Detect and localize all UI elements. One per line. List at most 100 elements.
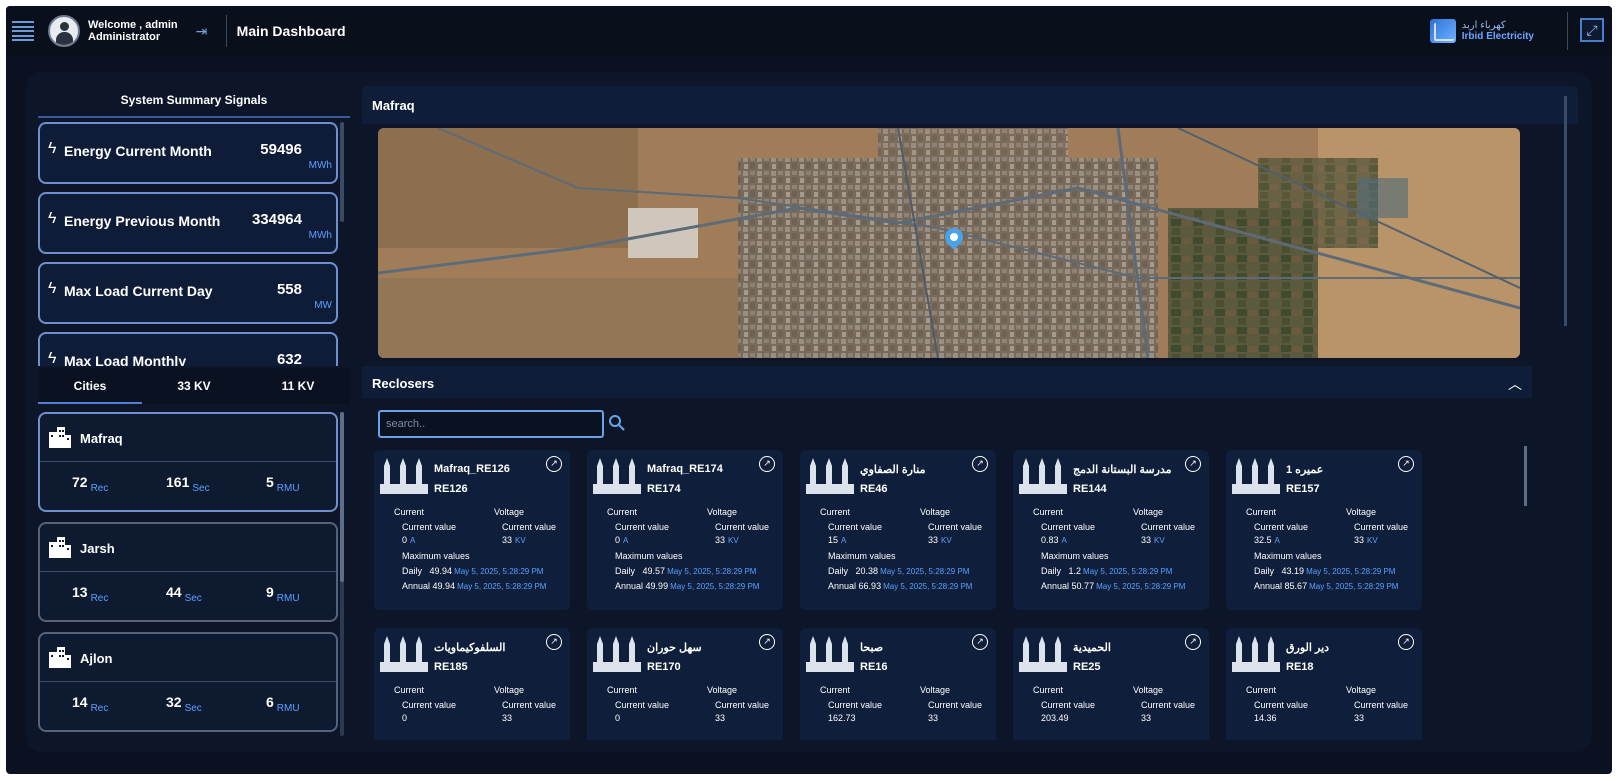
recloser-card[interactable]: السلفوكيماويات RE185 ↗ Current Voltage C… <box>374 628 570 740</box>
current-value: 0 <box>615 713 621 723</box>
right-scrollbar[interactable] <box>1564 96 1567 326</box>
current-value: 15 A <box>828 535 847 545</box>
voltage-value: 33 <box>715 713 726 723</box>
reclosers-title: Reclosers <box>372 376 435 391</box>
annual-row: Annual 50.77 May 5, 2025, 5:28:29 PM <box>1041 581 1186 591</box>
logo-mark-icon <box>1429 19 1456 43</box>
recloser-name: دير الورق <box>1286 642 1330 654</box>
voltage-value: 33 KV <box>715 535 739 545</box>
open-external-icon[interactable]: ↗ <box>759 634 775 650</box>
open-external-icon[interactable]: ↗ <box>1398 634 1414 650</box>
current-value: 0 <box>402 713 408 723</box>
recloser-name: صبحا <box>860 642 884 654</box>
city-scrollbar-thumb[interactable] <box>340 412 344 582</box>
avatar[interactable] <box>48 15 80 47</box>
recloser-card[interactable]: منارة الصفاوي RE46 ↗ Current Voltage Cur… <box>800 450 996 610</box>
building-icon <box>49 427 71 448</box>
voltage-value: 33 KV <box>1141 535 1165 545</box>
bolt-icon: ϟ <box>48 350 57 366</box>
tab-11kv[interactable]: 11 KV <box>246 368 350 404</box>
recloser-tower-icon <box>593 636 641 672</box>
summary-card[interactable]: ϟ Max Load Current Day 558 MW <box>38 262 338 324</box>
open-external-icon[interactable]: ↗ <box>972 456 988 472</box>
reclosers-grid: Mafraq_RE126 RE126 ↗ Current Voltage Cur… <box>374 450 1524 740</box>
summary-value: 334964 <box>251 211 302 228</box>
satellite-map[interactable] <box>378 128 1520 358</box>
city-card-jarsh[interactable]: Jarsh 13 Rec 44 Sec 9 RMU <box>38 522 338 622</box>
fullscreen-icon[interactable]: ⤢ <box>1580 18 1604 42</box>
top-bar: Welcome , admin Administrator ⇥ Main Das… <box>6 6 1612 56</box>
current-value: 0.83 A <box>1041 535 1067 545</box>
summary-scrollbar[interactable] <box>340 122 344 222</box>
recloser-tower-icon <box>1232 636 1280 672</box>
current-value: 162.73 <box>828 713 856 723</box>
summary-card[interactable]: ϟ Energy Previous Month 334964 MWh <box>38 192 338 254</box>
recloser-tower-icon <box>380 636 428 672</box>
recloser-tower-icon <box>806 636 854 672</box>
recloser-card[interactable]: عميره 1 RE157 ↗ Current Voltage Current … <box>1226 450 1422 610</box>
open-external-icon[interactable]: ↗ <box>546 456 562 472</box>
recloser-card[interactable]: الحميدية RE25 ↗ Current Voltage Current … <box>1013 628 1209 740</box>
chevron-up-icon[interactable]: ︿ <box>1508 374 1522 394</box>
recloser-card[interactable]: دير الورق RE18 ↗ Current Voltage Current… <box>1226 628 1422 740</box>
summary-label: Energy Previous Month <box>64 213 221 229</box>
summary-label: Energy Current Month <box>64 143 212 159</box>
city-card-mafraq[interactable]: Mafraq 72 Rec 161 Sec 5 RMU <box>38 412 338 512</box>
recloser-card[interactable]: Mafraq_RE174 RE174 ↗ Current Voltage Cur… <box>587 450 783 610</box>
logout-icon[interactable]: ⇥ <box>196 23 212 39</box>
open-external-icon[interactable]: ↗ <box>1185 456 1201 472</box>
city-card-ajlon[interactable]: Ajlon 14 Rec 32 Sec 6 RMU <box>38 632 338 732</box>
open-external-icon[interactable]: ↗ <box>1185 634 1201 650</box>
page-title: Main Dashboard <box>236 23 346 39</box>
recloser-code: RE46 <box>860 483 888 495</box>
recloser-name: Mafraq_RE126 <box>434 463 510 475</box>
summary-unit: MW <box>314 300 332 311</box>
reclosers-scrollbar[interactable] <box>1524 446 1527 506</box>
summary-card[interactable]: ϟ Max Load Monthly 632 MW <box>38 332 338 366</box>
recloser-code: RE25 <box>1073 661 1101 673</box>
recloser-name: عميره 1 <box>1286 464 1324 476</box>
right-panel: Mafraq Reclosers ︿ search.. Mafraq_RE126… <box>362 86 1578 740</box>
voltage-value: 33 <box>928 713 939 723</box>
recloser-card[interactable]: سهل حوران RE170 ↗ Current Voltage Curren… <box>587 628 783 740</box>
open-external-icon[interactable]: ↗ <box>1398 456 1414 472</box>
recloser-name: منارة الصفاوي <box>860 464 926 476</box>
tab-33kv[interactable]: 33 KV <box>142 368 246 404</box>
tab-cities[interactable]: Cities <box>38 368 142 404</box>
open-external-icon[interactable]: ↗ <box>546 634 562 650</box>
city-rmu: 9 RMU <box>266 584 300 604</box>
search-icon[interactable] <box>608 414 626 432</box>
city-name: Ajlon <box>80 651 113 666</box>
city-name: Jarsh <box>80 541 115 556</box>
search-input[interactable] <box>378 410 604 438</box>
daily-row: Daily 1.2 May 5, 2025, 5:28:29 PM <box>1041 566 1173 576</box>
annual-row: Annual 49.99 May 5, 2025, 5:28:29 PM <box>615 581 760 591</box>
recloser-code: RE144 <box>1073 483 1107 495</box>
city-rec: 14 Rec <box>72 694 109 714</box>
city-name: Mafraq <box>80 431 123 446</box>
building-icon <box>49 537 71 558</box>
voltage-value: 33 KV <box>928 535 952 545</box>
menu-icon[interactable] <box>12 21 34 41</box>
open-external-icon[interactable]: ↗ <box>759 456 775 472</box>
summary-card[interactable]: ϟ Energy Current Month 59496 MWh <box>38 122 338 184</box>
recloser-code: RE18 <box>1286 661 1314 673</box>
recloser-card[interactable]: مدرسة البستانة الدمج RE144 ↗ Current Vol… <box>1013 450 1209 610</box>
daily-row: Daily 49.57 May 5, 2025, 5:28:29 PM <box>615 566 757 576</box>
recloser-card[interactable]: Mafraq_RE126 RE126 ↗ Current Voltage Cur… <box>374 450 570 610</box>
voltage-value: 33 KV <box>1354 535 1378 545</box>
left-panel: System Summary Signals ϟ Energy Current … <box>38 82 350 736</box>
city-list: Mafraq 72Rec 161Sec 5RMU Jarsh 13Rec <box>38 412 338 736</box>
voltage-value: 33 KV <box>502 535 526 545</box>
map-title: Mafraq <box>372 98 415 113</box>
divider <box>1567 12 1568 50</box>
city-rmu: 5 RMU <box>266 474 300 494</box>
daily-row: Daily 43.19 May 5, 2025, 5:28:29 PM <box>1254 566 1396 576</box>
recloser-card[interactable]: صبحا RE16 ↗ Current Voltage Current valu… <box>800 628 996 740</box>
daily-row: Daily 20.38 May 5, 2025, 5:28:29 PM <box>828 566 970 576</box>
daily-row: Daily 49.94 May 5, 2025, 5:28:29 PM <box>402 566 544 576</box>
recloser-tower-icon <box>1019 458 1067 494</box>
summary-label: Max Load Monthly <box>64 353 187 366</box>
open-external-icon[interactable]: ↗ <box>972 634 988 650</box>
recloser-name: السلفوكيماويات <box>434 642 506 654</box>
